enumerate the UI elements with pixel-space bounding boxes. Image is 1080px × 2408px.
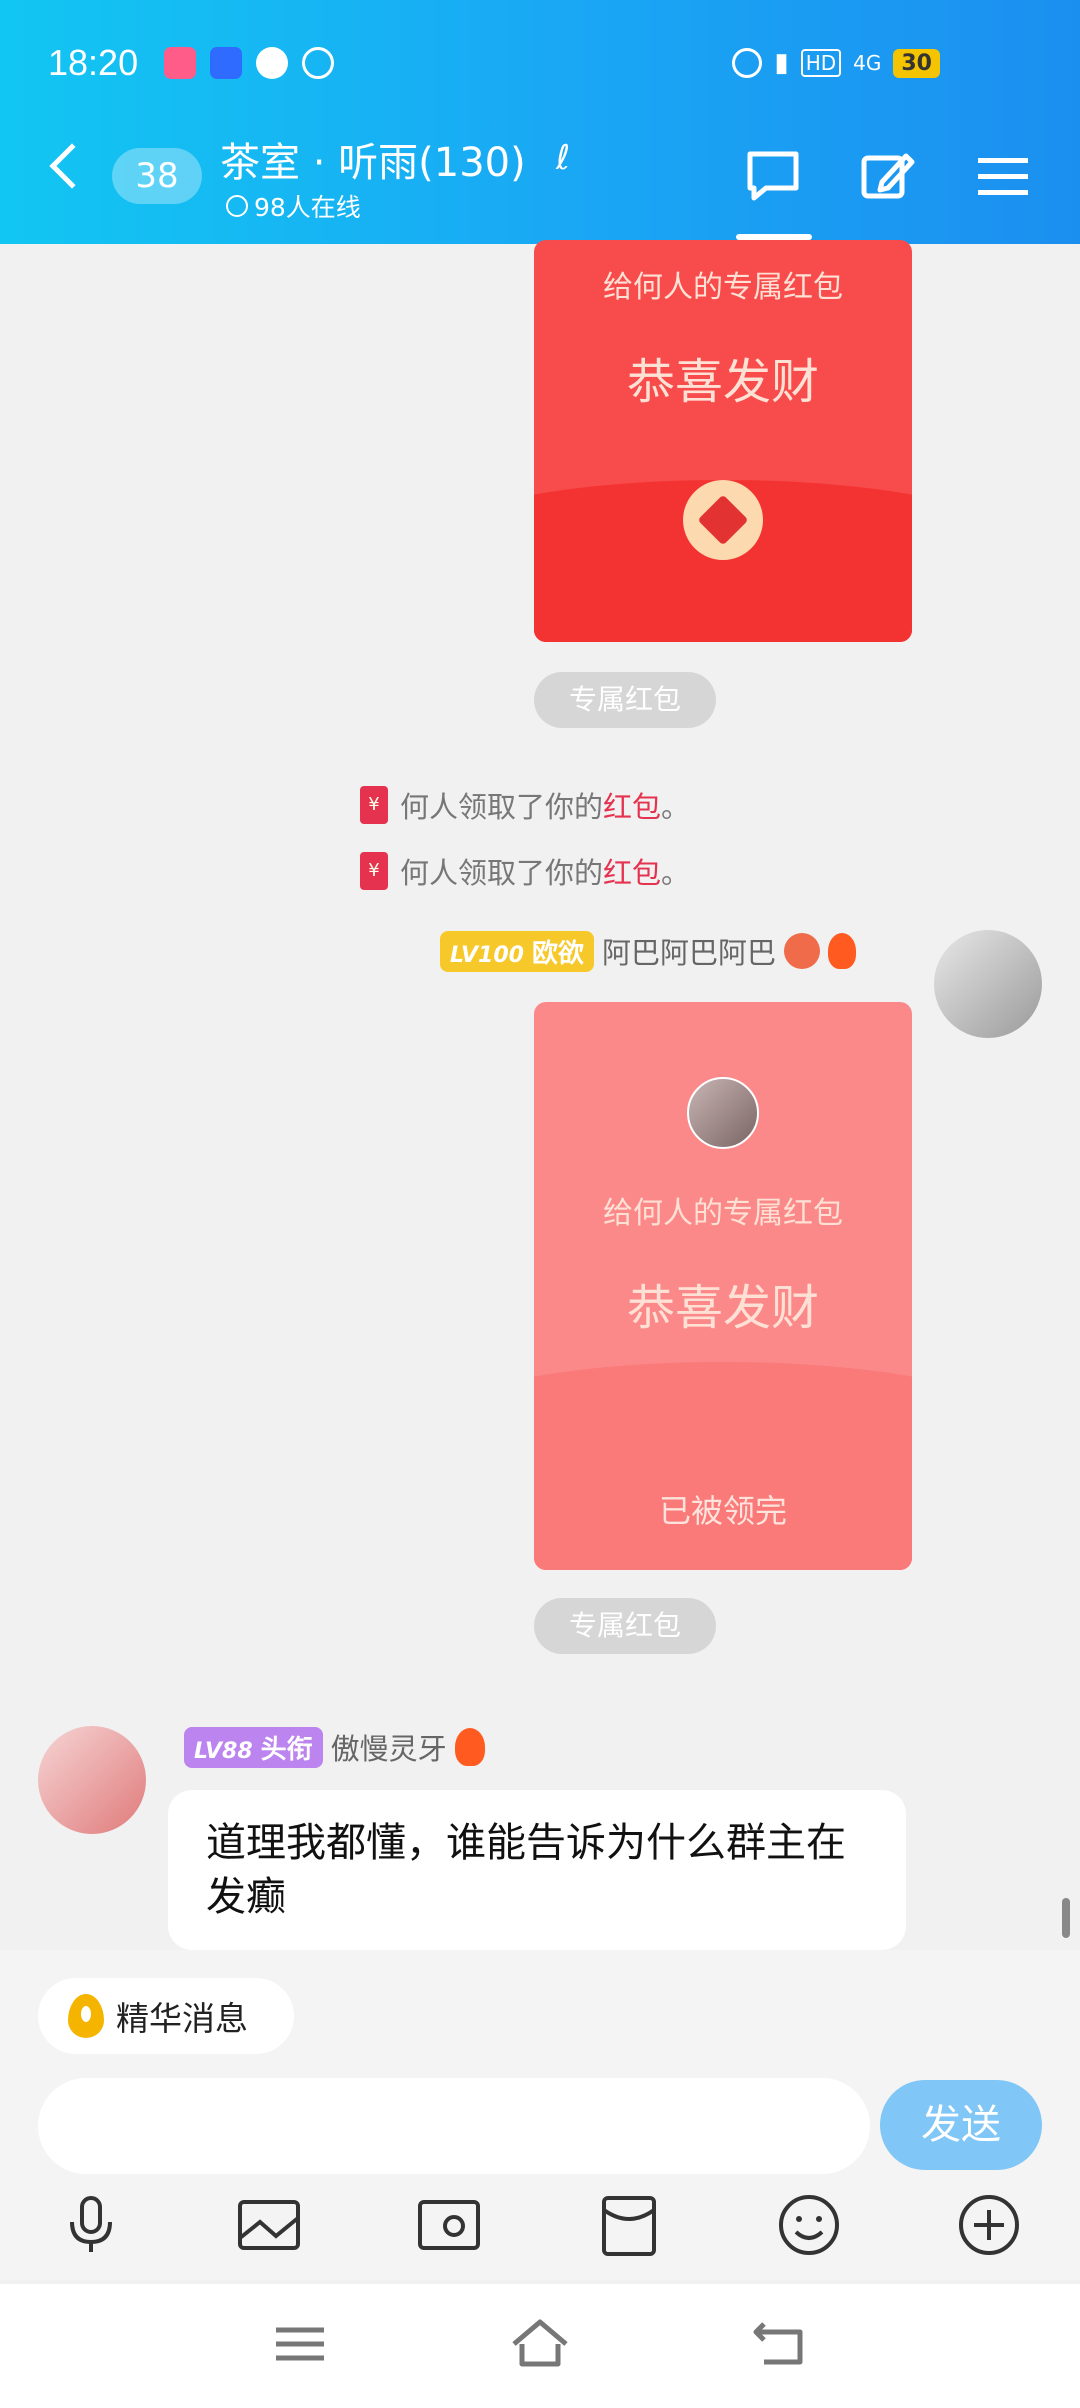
- red-packet-recipient: 给何人的专属红包: [603, 1196, 843, 1231]
- sender-info: LV100 欧欲 阿巴阿巴阿巴: [440, 930, 856, 972]
- battery-icon: 30: [893, 48, 940, 78]
- online-chevron-icon: [226, 195, 248, 217]
- send-button[interactable]: 发送: [880, 2080, 1042, 2170]
- featured-label: 精华消息: [116, 1999, 248, 2038]
- red-packet-greeting: 恭喜发财: [626, 1280, 819, 1336]
- system-message-suffix: 。: [661, 790, 691, 824]
- menu-icon[interactable]: [974, 148, 1032, 204]
- system-navigation-bar: [0, 2284, 1080, 2408]
- edit-icon[interactable]: [858, 148, 916, 204]
- system-message-text: 何人领取了你的: [400, 790, 604, 824]
- unread-count-badge[interactable]: 38: [112, 148, 202, 204]
- red-envelope-icon: ¥: [360, 786, 388, 824]
- media-app-icon: [210, 47, 243, 79]
- message-input[interactable]: [38, 2078, 870, 2174]
- notification-icons: [164, 47, 335, 79]
- vibrate-icon: ▮: [774, 48, 789, 78]
- wechat-icon: [302, 47, 335, 79]
- red-packet-card[interactable]: 给何人的专属红包 恭喜发财: [534, 240, 912, 642]
- composer-toolbar: [0, 2192, 1080, 2262]
- sender-name[interactable]: 傲慢灵牙: [331, 1726, 447, 1768]
- recents-icon[interactable]: [270, 2314, 330, 2374]
- red-packet-greeting: 恭喜发财: [626, 354, 819, 410]
- avatar[interactable]: [934, 930, 1042, 1038]
- exclusive-packet-tag: 专属红包: [534, 1598, 716, 1654]
- avatar[interactable]: [38, 1726, 146, 1834]
- online-count: 98人在线: [254, 193, 361, 222]
- image-icon[interactable]: [236, 2192, 302, 2258]
- plus-icon[interactable]: [956, 2192, 1022, 2258]
- network-icon: 4G: [853, 51, 882, 75]
- status-time: 18:20: [48, 42, 139, 83]
- message-bubble[interactable]: 道理我都懂，谁能告诉为什么群主在发癫: [168, 1790, 906, 1950]
- system-message-text: 何人领取了你的: [400, 856, 604, 890]
- featured-drop-icon: [68, 1994, 104, 2038]
- featured-messages-button[interactable]: 精华消息: [38, 1978, 294, 2054]
- red-packet-card[interactable]: 给何人的专属红包 恭喜发财 已被领完: [534, 1002, 912, 1570]
- red-packet-link[interactable]: 红包: [603, 790, 661, 824]
- back-icon[interactable]: [49, 143, 95, 189]
- status-bar: 18:20 ▮ HD 4G 30: [48, 38, 940, 88]
- speed-app-icon: [256, 47, 289, 79]
- hd-icon: HD: [800, 49, 842, 77]
- sender-avatar: [687, 1077, 759, 1149]
- camera-icon[interactable]: [416, 2192, 482, 2258]
- sender-name[interactable]: 阿巴阿巴阿巴: [602, 930, 776, 972]
- fire-icon: [827, 933, 856, 969]
- sender-info: LV88 头衔 傲慢灵牙: [184, 1726, 485, 1768]
- system-message: ¥ 何人领取了你的红包。: [360, 850, 690, 892]
- red-packet-coin-icon: [683, 480, 763, 560]
- top-bar: 18:20 ▮ HD 4G 30 38 茶室 · 听雨(130) ℓ 98人在线: [0, 0, 1080, 244]
- red-packet-flap: [534, 1362, 912, 1570]
- home-icon[interactable]: [510, 2314, 570, 2374]
- fire-icon: [454, 1728, 485, 1766]
- alarm-icon: [732, 48, 763, 78]
- red-packet-link[interactable]: 红包: [603, 856, 661, 890]
- red-packet-icon[interactable]: [596, 2192, 662, 2258]
- group-title[interactable]: 茶室 · 听雨(130): [220, 130, 526, 188]
- lofter-app-icon: [164, 47, 197, 79]
- back-nav-icon[interactable]: [750, 2314, 810, 2374]
- red-envelope-icon: ¥: [360, 852, 388, 890]
- system-message-suffix: 。: [661, 856, 691, 890]
- microphone-icon[interactable]: [58, 2192, 124, 2258]
- scrollbar[interactable]: [1062, 1898, 1070, 1938]
- level-badge[interactable]: LV100 欧欲: [440, 930, 594, 972]
- system-message: ¥ 何人领取了你的红包。: [360, 784, 690, 826]
- level-badge[interactable]: LV88 头衔: [184, 1726, 323, 1768]
- god-of-wealth-icon: [783, 933, 820, 969]
- status-right: ▮ HD 4G 30: [732, 48, 940, 78]
- red-packet-recipient: 给何人的专属红包: [603, 270, 843, 305]
- exclusive-packet-tag: 专属红包: [534, 672, 716, 728]
- online-status[interactable]: 98人在线: [226, 188, 361, 224]
- ear-icon: ℓ: [556, 138, 571, 178]
- red-packet-status: 已被领完: [658, 1492, 787, 1530]
- chat-tab-icon[interactable]: [744, 148, 802, 204]
- emoji-icon[interactable]: [776, 2192, 842, 2258]
